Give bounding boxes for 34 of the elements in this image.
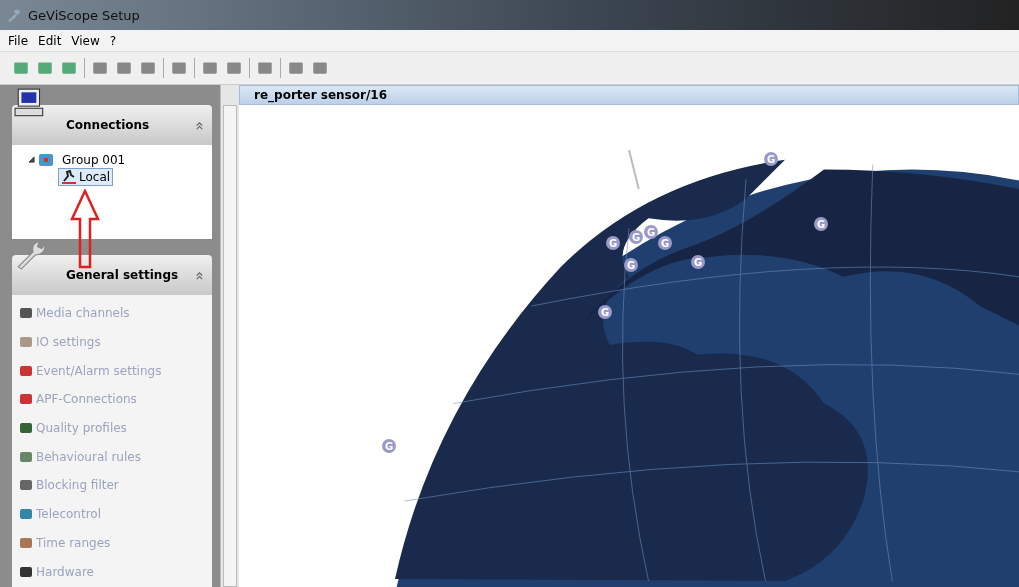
- toolbar-icon[interactable]: [311, 59, 329, 77]
- toolbar-icon[interactable]: [201, 59, 219, 77]
- toolbar-icon[interactable]: [12, 59, 30, 77]
- toolbar-icon[interactable]: [91, 59, 109, 77]
- menu-item[interactable]: View: [71, 33, 100, 48]
- tree-item[interactable]: Local: [58, 167, 114, 186]
- map-pin[interactable]: G: [629, 230, 643, 244]
- toolbar-icon[interactable]: [60, 59, 78, 77]
- window-title: GeViScope Setup: [28, 7, 140, 23]
- toolbar-icon[interactable]: [139, 59, 157, 77]
- tree-item[interactable]: Group 001: [59, 151, 129, 168]
- toolbar-icon[interactable]: [225, 59, 243, 77]
- menu-item[interactable]: ?: [109, 33, 117, 48]
- map-pin[interactable]: G: [644, 225, 658, 239]
- collapse-chevron-icon[interactable]: [195, 120, 204, 130]
- expand-triangle-icon[interactable]: [28, 156, 35, 163]
- toolbar-icon[interactable]: [36, 59, 54, 77]
- section-header[interactable]: Connections: [12, 105, 212, 145]
- map-pin[interactable]: G: [382, 439, 396, 453]
- toolbar-icon[interactable]: [287, 59, 305, 77]
- map-pin[interactable]: G: [764, 152, 778, 166]
- group-icon: [38, 151, 54, 168]
- collapse-chevron-icon[interactable]: [195, 270, 204, 280]
- toolbar-icon[interactable]: [170, 59, 188, 77]
- section-header[interactable]: General settings: [12, 255, 212, 295]
- menu-item[interactable]: Edit: [38, 33, 62, 48]
- running-figure-icon: [61, 168, 77, 185]
- up-arrow-icon: [70, 189, 100, 269]
- toolbar-icon[interactable]: [115, 59, 133, 77]
- menu-item[interactable]: File: [8, 33, 29, 48]
- app-icon: [6, 7, 22, 23]
- scrollbar[interactable]: [220, 85, 239, 587]
- toolbar-icon[interactable]: [256, 59, 274, 77]
- document-tab[interactable]: re_porter sensor/16: [239, 85, 1019, 105]
